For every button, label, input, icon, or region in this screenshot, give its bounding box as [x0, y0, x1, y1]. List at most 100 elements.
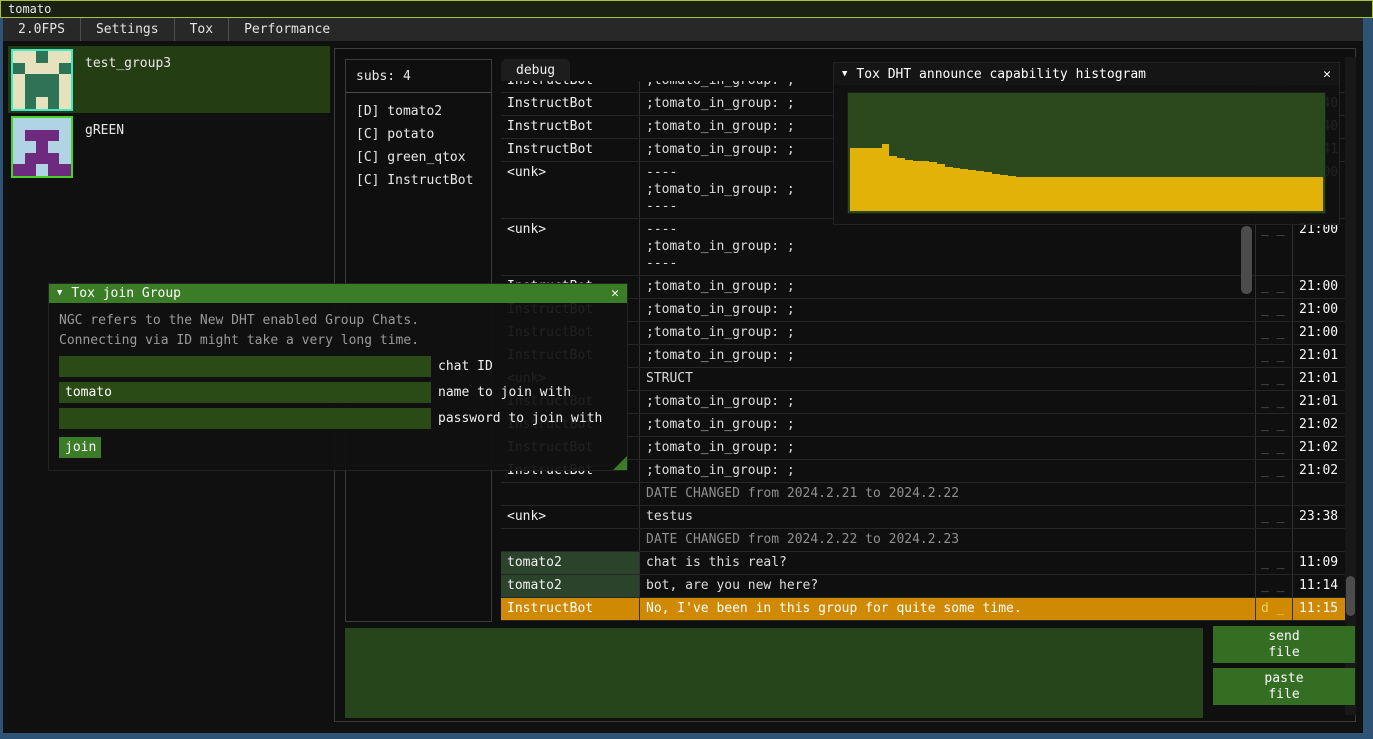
histogram-bar [1039, 177, 1047, 211]
chat-scrollbar[interactable] [1345, 57, 1356, 715]
histogram-bar [1166, 177, 1174, 211]
subs-member-list: [D] tomato2[C] potato[C] green_qtox[C] I… [346, 100, 491, 192]
close-icon[interactable]: ✕ [1323, 66, 1331, 83]
histogram-bar [960, 169, 968, 211]
histogram-bar [1158, 177, 1166, 211]
wm-titlebar[interactable]: tomato [0, 0, 1373, 18]
histogram-bar [968, 170, 976, 211]
histogram-bar [1071, 177, 1079, 211]
resize-grip[interactable] [613, 456, 627, 470]
message-row[interactable]: <unk>testus_ _23:38 [501, 506, 1346, 529]
date-changed-row[interactable]: DATE CHANGED from 2024.2.21 to 2024.2.22 [501, 483, 1346, 506]
message-flags: _ _ [1256, 219, 1293, 275]
message-flags: d _ [1256, 598, 1293, 620]
sender-name: tomato2 [501, 575, 640, 597]
subs-member-potato[interactable]: [C] potato [346, 123, 491, 146]
menu-performance[interactable]: Performance [229, 18, 345, 41]
message-input[interactable] [345, 628, 1203, 718]
window-border-bottom [0, 733, 1373, 739]
histogram-window-titlebar[interactable]: ▼ Tox DHT announce capability histogram … [834, 63, 1339, 85]
menu-settings[interactable]: Settings [81, 18, 174, 41]
histogram-bar [1181, 177, 1189, 211]
message-time: 21:01 [1293, 391, 1346, 413]
subs-member-InstructBot[interactable]: [C] InstructBot [346, 169, 491, 192]
histogram-bar [1055, 177, 1063, 211]
message-row[interactable]: <unk>----;tomato_in_group: ;----_ _21:00 [501, 219, 1346, 276]
histogram-bar [1205, 177, 1213, 211]
histogram-bar [953, 168, 961, 211]
histogram-bar [1142, 177, 1150, 211]
message-row[interactable]: tomato2bot, are you new here?_ _11:14 [501, 575, 1346, 598]
subs-member-green_qtox[interactable]: [C] green_qtox [346, 146, 491, 169]
menu-tox[interactable]: Tox [175, 18, 228, 41]
join-name-field[interactable] [59, 382, 431, 403]
message-flags: _ _ [1256, 575, 1293, 597]
message-flags: _ _ [1256, 368, 1293, 390]
join-name-row: name to join with [59, 382, 617, 403]
sender-name: InstructBot [501, 139, 640, 161]
histogram-bar [1024, 177, 1032, 211]
collapse-icon[interactable]: ▼ [57, 285, 62, 302]
histogram-bar [1316, 177, 1324, 211]
message-time [1293, 483, 1346, 505]
date-changed-row[interactable]: DATE CHANGED from 2024.2.22 to 2024.2.23 [501, 529, 1346, 552]
sender-name: <unk> [501, 219, 640, 275]
join-button[interactable]: join [59, 437, 101, 458]
histogram-bar [1126, 177, 1134, 211]
message-text: testus [640, 506, 1256, 528]
message-flags: _ _ [1256, 460, 1293, 482]
message-time: 21:02 [1293, 437, 1346, 459]
message-time [1293, 529, 1346, 551]
join-password-label: password to join with [438, 410, 602, 427]
tab-debug[interactable]: debug [501, 59, 570, 81]
histogram-bar [1031, 177, 1039, 211]
message-time: 21:00 [1293, 219, 1346, 275]
histogram-bar [1079, 177, 1087, 211]
room-item-test_group3[interactable]: test_group3 [8, 46, 330, 113]
subs-member-tomato2[interactable]: [D] tomato2 [346, 100, 491, 123]
histogram-bar [1110, 177, 1118, 211]
histogram-window-title: Tox DHT announce capability histogram [856, 66, 1314, 83]
histogram-bar [1300, 177, 1308, 211]
chat-scrollbar-thumb[interactable] [1346, 576, 1355, 616]
join-password-field[interactable] [59, 408, 431, 429]
message-text: STRUCT [640, 368, 1256, 390]
message-text: ----;tomato_in_group: ;---- [640, 219, 1256, 275]
close-icon[interactable]: ✕ [611, 285, 619, 302]
join-window-titlebar[interactable]: ▼ Tox join Group ✕ [49, 284, 627, 303]
chat-id-label: chat ID [438, 358, 493, 375]
chat-id-field[interactable] [59, 356, 431, 377]
histogram-bar [1221, 177, 1229, 211]
histogram-bar [1276, 177, 1284, 211]
room-name: gREEN [85, 122, 124, 177]
histogram-bar [858, 148, 866, 211]
histogram-bar [897, 158, 905, 211]
message-row[interactable]: tomato2chat is this real?_ _11:09 [501, 552, 1346, 575]
histogram-bar [1103, 177, 1111, 211]
histogram-bar [992, 174, 1000, 211]
message-text: ;tomato_in_group: ; [640, 437, 1256, 459]
histogram-bar [1008, 176, 1016, 211]
paste-file-button[interactable]: paste file [1213, 668, 1355, 705]
send-file-button[interactable]: send file [1213, 626, 1355, 663]
room-item-gREEN[interactable]: gREEN [8, 113, 330, 177]
message-flags: _ _ [1256, 345, 1293, 367]
message-text: DATE CHANGED from 2024.2.22 to 2024.2.23 [640, 529, 1256, 551]
chat-id-row: chat ID [59, 356, 617, 377]
sender-name: InstructBot [501, 81, 640, 92]
message-flags: _ _ [1256, 414, 1293, 436]
histogram-bar [984, 172, 992, 211]
message-time: 21:02 [1293, 460, 1346, 482]
message-row[interactable]: InstructBotNo, I've been in this group f… [501, 598, 1346, 621]
histogram-bar [866, 148, 874, 211]
histogram-bar [1095, 177, 1103, 211]
histogram-bar [1000, 175, 1008, 211]
message-log-scrollbar[interactable] [1241, 226, 1252, 294]
collapse-icon[interactable]: ▼ [842, 66, 847, 83]
histogram-bar [1118, 177, 1126, 211]
histogram-bar [945, 167, 953, 211]
histogram-bar [905, 160, 913, 211]
histogram-bar [889, 156, 897, 211]
message-time: 21:00 [1293, 299, 1346, 321]
sender-name: InstructBot [501, 116, 640, 138]
